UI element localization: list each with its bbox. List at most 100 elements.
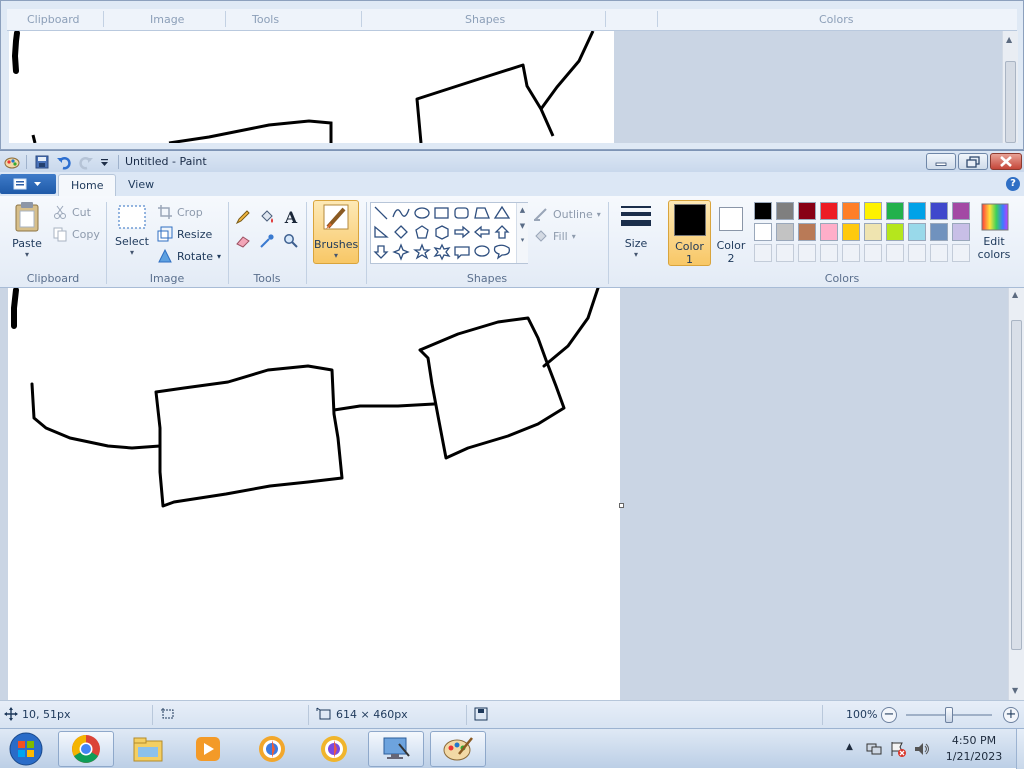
background-vertical-scrollbar[interactable]: ▲ <box>1002 31 1018 143</box>
show-desktop-button[interactable] <box>1016 729 1024 769</box>
cut-button[interactable]: Cut <box>52 204 91 220</box>
taskbar-file-explorer[interactable] <box>120 731 176 767</box>
palette-swatch[interactable] <box>930 223 948 241</box>
custom-color-slot[interactable] <box>776 244 794 262</box>
background-scroll-thumb[interactable] <box>1005 61 1016 143</box>
paste-dropdown-icon[interactable]: ▾ <box>6 250 48 259</box>
scroll-up-arrow-icon[interactable]: ▲ <box>1006 35 1012 44</box>
drawing-canvas[interactable] <box>8 286 620 700</box>
gallery-down-arrow-icon[interactable]: ▼ <box>517 222 528 230</box>
tray-arrow-icon[interactable]: ▲ <box>846 742 853 752</box>
start-button[interactable] <box>6 730 46 768</box>
canvas-resize-handle[interactable] <box>619 503 624 508</box>
save-icon[interactable] <box>34 154 50 170</box>
palette-swatch[interactable] <box>754 202 772 220</box>
select-button[interactable]: Select ▾ <box>112 200 152 264</box>
rotate-dropdown-icon[interactable]: ▾ <box>217 252 221 261</box>
help-icon[interactable]: ? <box>1006 177 1020 191</box>
size-dropdown-icon[interactable]: ▾ <box>616 250 656 259</box>
edit-colors-button[interactable]: Edit colors <box>976 202 1012 266</box>
custom-color-slot[interactable] <box>952 244 970 262</box>
paste-button[interactable]: Paste ▾ <box>6 200 48 262</box>
outline-button[interactable]: Outline ▾ <box>533 206 601 222</box>
palette-swatch[interactable] <box>776 202 794 220</box>
custom-color-slot[interactable] <box>798 244 816 262</box>
taskbar-paint[interactable] <box>430 731 486 767</box>
palette-swatch[interactable] <box>842 202 860 220</box>
outline-dropdown-icon[interactable]: ▾ <box>597 210 601 219</box>
fill-dropdown-icon[interactable]: ▾ <box>572 232 576 241</box>
taskbar-remote-desktop[interactable] <box>368 731 424 767</box>
maximize-button[interactable] <box>958 153 988 170</box>
color-picker-tool[interactable] <box>258 232 276 250</box>
background-canvas[interactable] <box>9 30 614 145</box>
gallery-more-icon[interactable]: ▾ <box>517 236 528 244</box>
close-button[interactable] <box>990 153 1022 170</box>
zoom-slider-thumb[interactable] <box>945 707 953 723</box>
palette-swatch[interactable] <box>798 202 816 220</box>
palette-swatch[interactable] <box>842 223 860 241</box>
minimize-button[interactable] <box>926 153 956 170</box>
undo-icon[interactable] <box>56 154 72 170</box>
color1-button[interactable]: Color 1 <box>668 200 711 266</box>
custom-color-slot[interactable] <box>820 244 838 262</box>
volume-icon[interactable] <box>914 741 930 757</box>
custom-color-slot[interactable] <box>754 244 772 262</box>
palette-swatch[interactable] <box>820 223 838 241</box>
taskbar-media-player[interactable] <box>180 731 236 767</box>
palette-swatch[interactable] <box>776 223 794 241</box>
custom-color-slot[interactable] <box>908 244 926 262</box>
palette-swatch[interactable] <box>820 202 838 220</box>
taskbar-browser-a[interactable] <box>244 731 300 767</box>
shapes-gallery[interactable]: ▲ ▼ ▾ <box>370 202 528 264</box>
fill-shape-button[interactable]: Fill ▾ <box>533 228 576 244</box>
paint-app-icon[interactable] <box>4 154 20 170</box>
palette-swatch[interactable] <box>908 223 926 241</box>
copy-button[interactable]: Copy <box>52 226 100 242</box>
zoom-out-icon[interactable]: − <box>881 707 897 723</box>
palette-swatch[interactable] <box>930 202 948 220</box>
brushes-button[interactable]: Brushes ▾ <box>313 200 359 264</box>
color2-button[interactable]: Color 2 <box>713 200 749 266</box>
palette-swatch[interactable] <box>886 223 904 241</box>
palette-swatch[interactable] <box>864 202 882 220</box>
palette-swatch[interactable] <box>952 223 970 241</box>
palette-swatch[interactable] <box>754 223 772 241</box>
size-button[interactable]: Size ▾ <box>616 202 656 266</box>
background-paint-window[interactable]: Clipboard Image Tools Shapes Colors ▲ <box>0 0 1024 150</box>
scroll-thumb[interactable] <box>1011 320 1022 650</box>
text-icon[interactable]: A <box>282 208 300 227</box>
crop-button[interactable]: Crop <box>157 204 203 220</box>
tab-home[interactable]: Home <box>58 174 117 196</box>
custom-color-slot[interactable] <box>930 244 948 262</box>
fill-tool[interactable] <box>258 208 276 226</box>
network-icon[interactable] <box>866 741 882 757</box>
tab-view[interactable]: View <box>116 174 166 196</box>
pencil-tool[interactable] <box>234 208 252 226</box>
scroll-down-arrow-icon[interactable]: ▼ <box>1012 686 1018 695</box>
zoom-in-icon[interactable]: + <box>1003 707 1019 723</box>
custom-color-slot[interactable] <box>864 244 882 262</box>
select-dropdown-icon[interactable]: ▾ <box>112 248 152 257</box>
magnifier-tool[interactable] <box>282 232 300 250</box>
palette-swatch[interactable] <box>798 223 816 241</box>
taskbar-browser-b[interactable] <box>306 731 362 767</box>
palette-swatch[interactable] <box>952 202 970 220</box>
file-menu-button[interactable] <box>0 174 56 194</box>
title-bar[interactable]: Untitled - Paint <box>0 150 1024 172</box>
palette-swatch[interactable] <box>908 202 926 220</box>
palette-swatch[interactable] <box>886 202 904 220</box>
custom-color-slot[interactable] <box>842 244 860 262</box>
eraser-tool[interactable] <box>234 232 252 250</box>
redo-icon[interactable] <box>78 154 94 170</box>
action-center-icon[interactable] <box>890 741 906 757</box>
scroll-up-arrow-icon[interactable]: ▲ <box>1012 290 1018 299</box>
vertical-scrollbar[interactable]: ▲ ▼ <box>1008 288 1024 700</box>
qat-dropdown-icon[interactable] <box>100 154 116 170</box>
taskbar-chrome[interactable] <box>58 731 114 767</box>
system-clock[interactable]: 4:50 PM 1/21/2023 <box>936 733 1012 765</box>
palette-swatch[interactable] <box>864 223 882 241</box>
shapes-gallery-scroll[interactable]: ▲ ▼ ▾ <box>516 203 528 263</box>
gallery-up-arrow-icon[interactable]: ▲ <box>517 206 528 214</box>
resize-button[interactable]: Resize <box>157 226 212 242</box>
